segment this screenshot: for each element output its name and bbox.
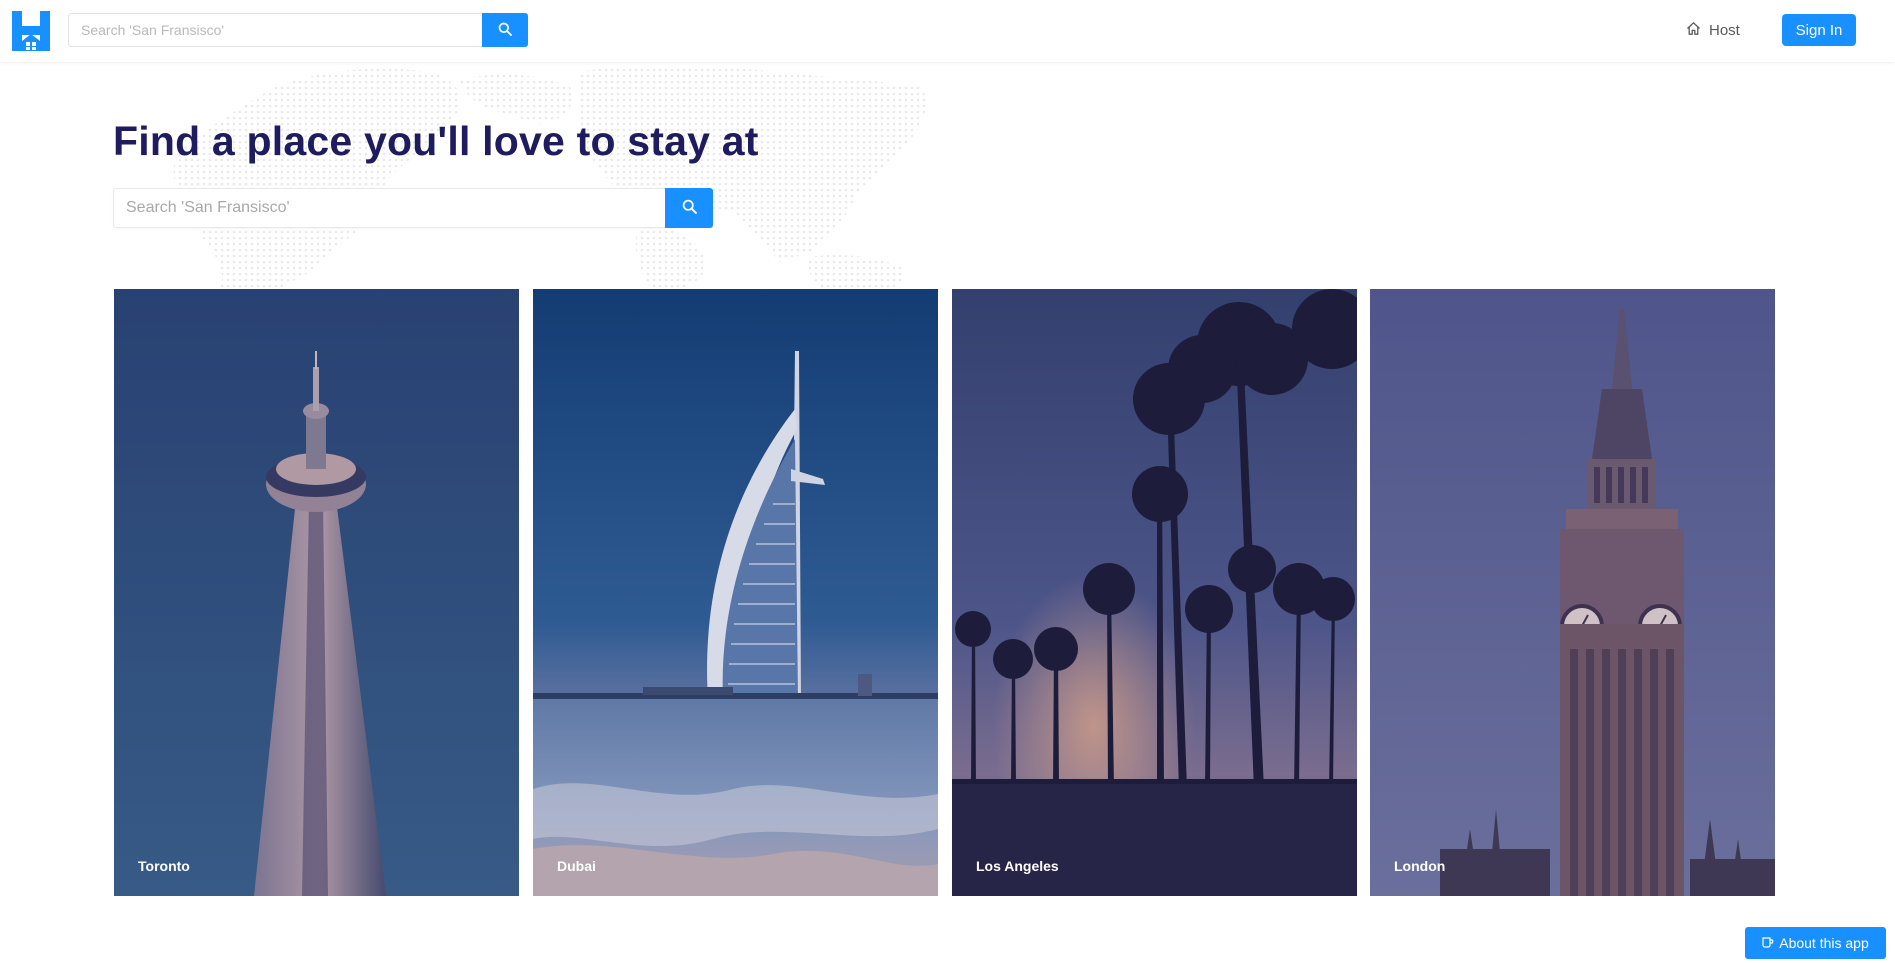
host-label: Host: [1709, 21, 1740, 39]
city-card-london[interactable]: London: [1370, 289, 1775, 896]
coffee-icon: [1762, 935, 1774, 951]
about-app-button[interactable]: About this app: [1745, 927, 1886, 959]
home-icon: [1686, 21, 1701, 40]
sign-in-button[interactable]: Sign In: [1782, 14, 1856, 46]
city-name: Los Angeles: [976, 858, 1059, 874]
hero-search-button[interactable]: [665, 188, 713, 228]
city-card-dubai[interactable]: Dubai: [533, 289, 938, 896]
city-card-toronto[interactable]: Toronto: [114, 289, 519, 896]
city-name: Dubai: [557, 858, 596, 874]
logo-icon[interactable]: [12, 11, 50, 51]
hero-title: Find a place you'll love to stay at: [113, 118, 759, 164]
city-name: London: [1394, 858, 1446, 874]
dubai-image: [533, 289, 938, 896]
london-image: [1370, 289, 1775, 896]
toronto-image: [114, 289, 519, 896]
search-icon: [682, 199, 697, 217]
header-search-button[interactable]: [482, 13, 528, 47]
header-search-input[interactable]: [68, 13, 482, 47]
header-search: [68, 13, 528, 47]
los-angeles-image: [952, 289, 1357, 896]
hero-search-input[interactable]: [113, 188, 665, 228]
city-card-los-angeles[interactable]: Los Angeles: [952, 289, 1357, 896]
city-name: Toronto: [138, 858, 190, 874]
search-icon: [498, 22, 512, 39]
hero-search: [113, 188, 713, 228]
about-app-label: About this app: [1779, 935, 1869, 951]
world-map-background: [160, 62, 940, 288]
host-link[interactable]: Host: [1686, 19, 1740, 41]
header: Host Sign In: [0, 0, 1895, 62]
